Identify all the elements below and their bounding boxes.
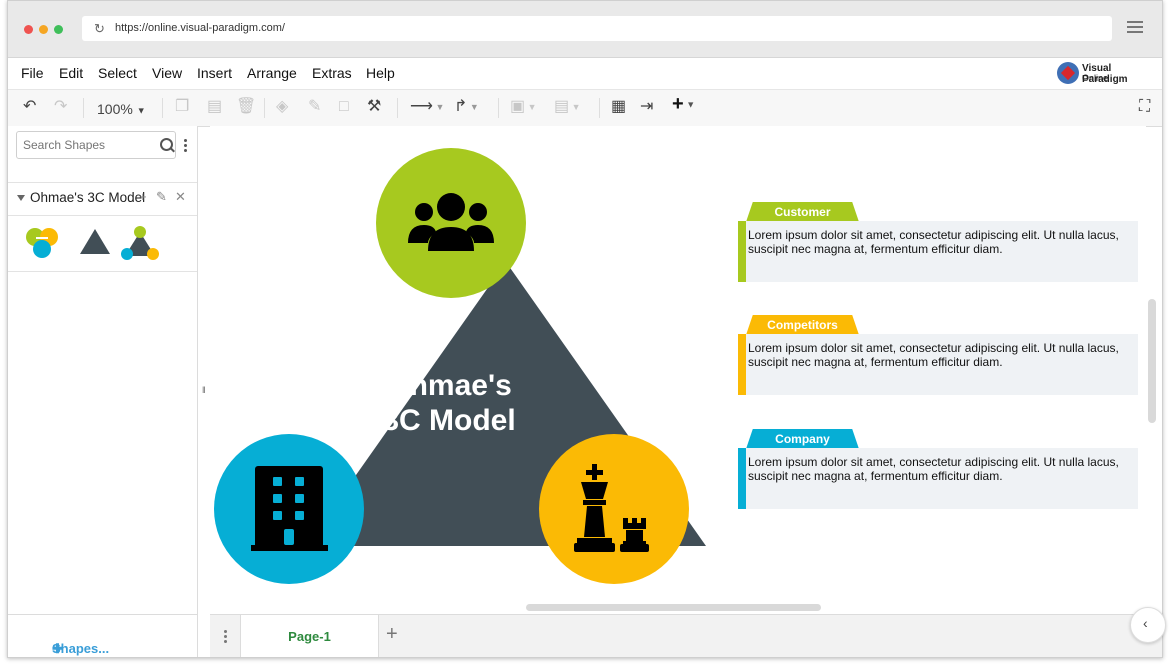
- chevron-left-icon: ‹: [1143, 615, 1148, 631]
- horizontal-scrollbar[interactable]: [526, 604, 821, 611]
- toolbar: ↶ ↷ 100% ▼ ❐ ▤ 🗑 ◈ ✎ □ ⚒ ⟶ ▼ ↱ ▼ ▣ ▼ ▤ ▼…: [8, 89, 1162, 127]
- more-shapes-label: Shapes...: [52, 641, 110, 656]
- address-bar[interactable]: ↻ https://online.visual-paradigm.com/: [82, 16, 1112, 41]
- zoom-select[interactable]: 100% ▼: [97, 100, 146, 119]
- fullscreen-icon[interactable]: ⛶: [1139, 98, 1150, 116]
- close-library-icon[interactable]: ✕: [175, 189, 186, 205]
- company-card[interactable]: Lorem ipsum dolor sit amet, consectetur …: [738, 448, 1138, 509]
- company-tag[interactable]: Company: [746, 429, 859, 449]
- add-icon[interactable]: +: [139, 189, 147, 204]
- edit-pencil-icon[interactable]: ✎: [156, 189, 167, 205]
- shape-sidebar: Ohmae's 3C Model + ✎ ✕ ✚ Sha: [8, 126, 198, 657]
- company-circle[interactable]: [214, 434, 364, 584]
- customer-text: Lorem ipsum dolor sit amet, consectetur …: [748, 228, 1119, 256]
- fill-color-icon[interactable]: ◈: [276, 98, 288, 116]
- collapse-panel-button[interactable]: ‹: [1130, 607, 1166, 643]
- delete-icon[interactable]: 🗑: [236, 98, 256, 116]
- format-painter-icon[interactable]: ⚒: [367, 98, 381, 116]
- brand-logo[interactable]: Visual Paradigm Online: [1057, 60, 1157, 86]
- shape-thumbnails: [26, 226, 159, 260]
- tab-page-1[interactable]: Page-1: [240, 615, 379, 657]
- menu-extras[interactable]: Extras: [312, 65, 352, 81]
- redo-icon[interactable]: ↷: [54, 98, 67, 116]
- thumb-triangle[interactable]: [80, 229, 110, 254]
- collapse-triangle-icon[interactable]: [17, 195, 25, 201]
- library-name: Ohmae's 3C Model: [30, 190, 146, 205]
- search-shapes-input[interactable]: [16, 131, 176, 159]
- fit-width-icon[interactable]: ⇥: [640, 98, 653, 116]
- shadow-icon[interactable]: □: [339, 98, 349, 116]
- customers-group-icon: [408, 193, 494, 251]
- add-page-icon[interactable]: +: [386, 623, 398, 646]
- minimize-dot[interactable]: [39, 25, 48, 34]
- menu-bar: File Edit Select View Insert Arrange Ext…: [8, 58, 1162, 88]
- browser-window: ↻ https://online.visual-paradigm.com/ Fi…: [7, 0, 1163, 658]
- vertical-scrollbar[interactable]: [1148, 299, 1156, 423]
- maximize-dot[interactable]: [54, 25, 63, 34]
- competitors-circle[interactable]: [539, 434, 689, 584]
- close-dot[interactable]: [24, 25, 33, 34]
- align-icon[interactable]: ▤ ▼: [554, 98, 581, 116]
- company-text: Lorem ipsum dolor sit amet, consectetur …: [748, 455, 1119, 483]
- reload-icon[interactable]: ↻: [94, 22, 105, 35]
- diagram-canvas[interactable]: Ohmae's 3C Model Customer Lorem ipsum do…: [210, 126, 1146, 600]
- competitors-tag[interactable]: Competitors: [746, 315, 859, 335]
- browser-menu-icon[interactable]: [1127, 21, 1143, 35]
- select-all-icon[interactable]: ▦: [611, 98, 626, 116]
- search-icon[interactable]: [160, 138, 173, 151]
- url-text: https://online.visual-paradigm.com/: [115, 22, 285, 34]
- menu-arrange[interactable]: Arrange: [247, 65, 297, 81]
- brand-subname: Online: [1082, 73, 1109, 83]
- browser-chrome: ↻ https://online.visual-paradigm.com/: [8, 1, 1162, 58]
- thumb-3c-model[interactable]: [121, 226, 159, 260]
- undo-icon[interactable]: ↶: [23, 98, 36, 116]
- menu-edit[interactable]: Edit: [59, 65, 83, 81]
- paste-icon[interactable]: ▤: [207, 98, 222, 116]
- sidebar-more-icon[interactable]: [184, 139, 187, 154]
- waypoint-style-icon[interactable]: ↱ ▼: [454, 98, 479, 116]
- thumb-3c-venn[interactable]: [26, 228, 58, 258]
- chess-pieces-icon: [574, 464, 649, 552]
- menu-help[interactable]: Help: [366, 65, 395, 81]
- menu-file[interactable]: File: [21, 65, 44, 81]
- customer-card[interactable]: Lorem ipsum dolor sit amet, consectetur …: [738, 221, 1138, 282]
- menu-select[interactable]: Select: [98, 65, 137, 81]
- title-line-1: Ohmae's: [386, 369, 512, 402]
- customer-circle[interactable]: [376, 148, 526, 298]
- brand-mark-icon: [1057, 62, 1079, 84]
- menu-insert[interactable]: Insert: [197, 65, 232, 81]
- insert-plus-icon[interactable]: + ▼: [672, 94, 695, 114]
- page-tab-label: Page-1: [288, 629, 331, 644]
- page-menu-icon[interactable]: [224, 630, 227, 645]
- copy-icon[interactable]: ❐: [175, 98, 189, 116]
- arrange-icon[interactable]: ▣ ▼: [510, 98, 537, 116]
- line-color-icon[interactable]: ✎: [308, 98, 321, 116]
- page-bar: Page-1 +: [210, 614, 1162, 657]
- sidebar-resize-handle[interactable]: ‖: [202, 385, 206, 395]
- customer-tag[interactable]: Customer: [746, 202, 859, 222]
- more-shapes-button[interactable]: ✚ Shapes...: [8, 614, 197, 657]
- competitors-text: Lorem ipsum dolor sit amet, consectetur …: [748, 341, 1119, 369]
- diagram-title[interactable]: Ohmae's 3C Model: [356, 368, 542, 438]
- library-header[interactable]: Ohmae's 3C Model + ✎ ✕: [8, 182, 197, 216]
- building-icon: [251, 466, 328, 551]
- title-line-2: 3C Model: [382, 404, 516, 437]
- connector-style-icon[interactable]: ⟶ ▼: [410, 98, 444, 116]
- zoom-value: 100%: [97, 101, 133, 117]
- menu-view[interactable]: View: [152, 65, 182, 81]
- competitors-card[interactable]: Lorem ipsum dolor sit amet, consectetur …: [738, 334, 1138, 395]
